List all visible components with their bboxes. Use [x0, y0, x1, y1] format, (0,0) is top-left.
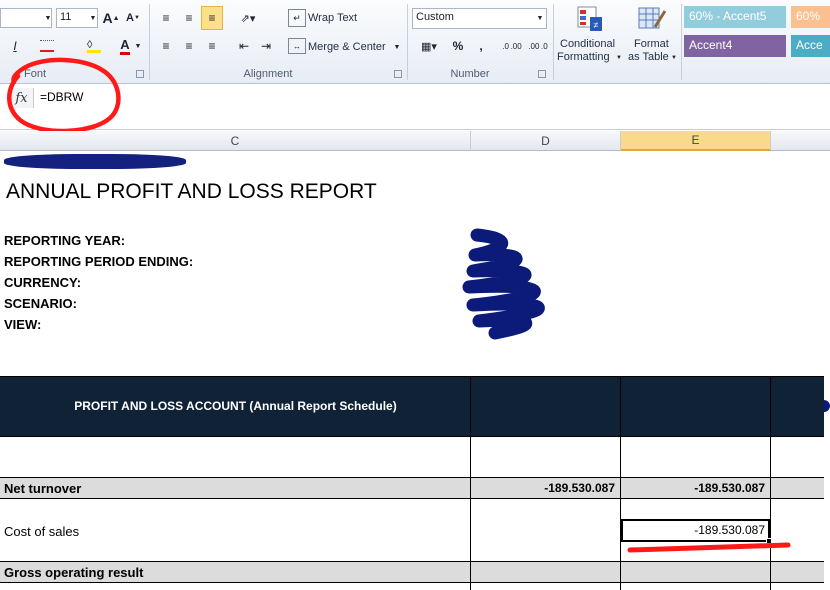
svg-text:≠: ≠ — [594, 20, 599, 30]
style-accent4[interactable]: Accent4 — [684, 35, 786, 57]
number-format-box[interactable]: Custom — [412, 8, 547, 29]
chevron-down-icon[interactable]: ▼ — [134, 40, 142, 52]
align-bottom-icon[interactable]: ≡ — [201, 6, 223, 30]
merge-center-icon[interactable]: ↔ — [288, 38, 306, 54]
merge-center-button[interactable]: Merge & Center — [308, 41, 386, 53]
wrap-text-icon[interactable]: ↵ — [288, 9, 306, 27]
red-circle-annotation — [7, 57, 121, 134]
decrease-decimal-button[interactable]: .00 .0 — [526, 37, 550, 55]
row-label-gross-operating-result[interactable]: Gross operating result — [4, 565, 143, 580]
align-top-icon[interactable]: ≡ — [156, 8, 176, 28]
increase-indent-icon[interactable]: ⇥ — [256, 36, 276, 56]
chevron-down-icon[interactable]: ▼ — [615, 53, 623, 63]
chevron-down-icon[interactable]: ▼ — [393, 41, 401, 53]
red-underline-annotation — [627, 542, 791, 553]
meta-label-scenario: SCENARIO: — [4, 296, 77, 311]
comma-button[interactable]: , — [474, 37, 488, 55]
font-size-value: 11 — [60, 11, 72, 23]
conditional-formatting-label-line1[interactable]: Conditional — [560, 38, 615, 50]
format-table-label-line2[interactable]: as Table — [628, 51, 669, 63]
alignment-dialog-launcher[interactable] — [394, 70, 402, 78]
percent-button[interactable]: % — [450, 37, 466, 55]
column-headers: C D E — [0, 131, 830, 151]
cell-d-net-turnover[interactable]: -189.530.087 — [471, 481, 615, 495]
chevron-down-icon[interactable]: ▼ — [89, 9, 97, 27]
redaction-scribble — [4, 154, 186, 169]
wrap-text-button[interactable]: Wrap Text — [308, 12, 357, 24]
currency-icon[interactable]: ▦▾ — [416, 37, 442, 55]
report-title: ANNUAL PROFIT AND LOSS REPORT — [6, 180, 377, 203]
row-label-cost-of-sales[interactable]: Cost of sales — [4, 524, 79, 539]
number-group-label: Number — [450, 68, 490, 80]
increase-decimal-button[interactable]: .0 .00 — [500, 37, 524, 55]
align-left-icon[interactable]: ≡ — [156, 36, 176, 56]
excel-window: ▼ 11 ▼ A ▲ A ▼ I ◊ A ▼ Font ≡ ≡ ≡ ⇗▾ ↵ Wra… — [0, 0, 830, 590]
format-table-label-line1[interactable]: Format — [634, 38, 669, 50]
number-dialog-launcher[interactable] — [538, 70, 546, 78]
alignment-group-label: Alignment — [243, 68, 293, 80]
column-header-e[interactable]: E — [621, 131, 771, 151]
chevron-down-icon[interactable]: ▼ — [670, 53, 678, 63]
meta-label-reporting-year: REPORTING YEAR: — [4, 233, 126, 248]
format-as-table-icon[interactable] — [636, 4, 668, 34]
row-label-net-turnover[interactable]: Net turnover — [4, 481, 81, 496]
column-header-d[interactable]: D — [471, 131, 621, 151]
style-accent5-60[interactable]: 60% - Accent5 — [684, 6, 786, 28]
chevron-down-icon[interactable]: ▼ — [44, 9, 52, 27]
style-accent6-60[interactable]: 60% — [791, 6, 830, 28]
redaction-scribble-meta — [462, 228, 545, 340]
meta-label-currency: CURRENCY: — [4, 275, 82, 290]
conditional-formatting-icon[interactable]: ≠ — [575, 4, 605, 34]
orientation-icon[interactable]: ⇗▾ — [236, 8, 260, 28]
chevron-down-icon[interactable]: ▼ — [535, 9, 545, 28]
number-format-value: Custom — [416, 11, 454, 23]
meta-label-view: VIEW: — [4, 317, 42, 332]
grow-font-icon[interactable]: A ▲ — [102, 8, 120, 28]
meta-label-period-ending: REPORTING PERIOD ENDING: — [4, 254, 194, 269]
cell-e-net-turnover[interactable]: -189.530.087 — [621, 481, 765, 495]
format-as-table-icon-graphic — [638, 7, 667, 29]
align-middle-icon[interactable]: ≡ — [179, 8, 199, 28]
table-header-title: PROFIT AND LOSS ACCOUNT (Annual Report S… — [74, 399, 397, 413]
decrease-indent-icon[interactable]: ⇤ — [234, 36, 254, 56]
align-right-icon[interactable]: ≡ — [202, 36, 222, 56]
style-accent5[interactable]: Acce — [791, 35, 830, 57]
column-header-c[interactable]: C — [0, 131, 471, 151]
font-dialog-launcher[interactable] — [136, 70, 144, 78]
shrink-font-icon[interactable]: A ▼ — [124, 8, 142, 28]
align-center-icon[interactable]: ≡ — [179, 36, 199, 56]
conditional-formatting-icon-graphic: ≠ — [577, 6, 602, 31]
column-header-f[interactable] — [771, 131, 830, 151]
conditional-formatting-label-line2[interactable]: Formatting — [557, 51, 610, 63]
